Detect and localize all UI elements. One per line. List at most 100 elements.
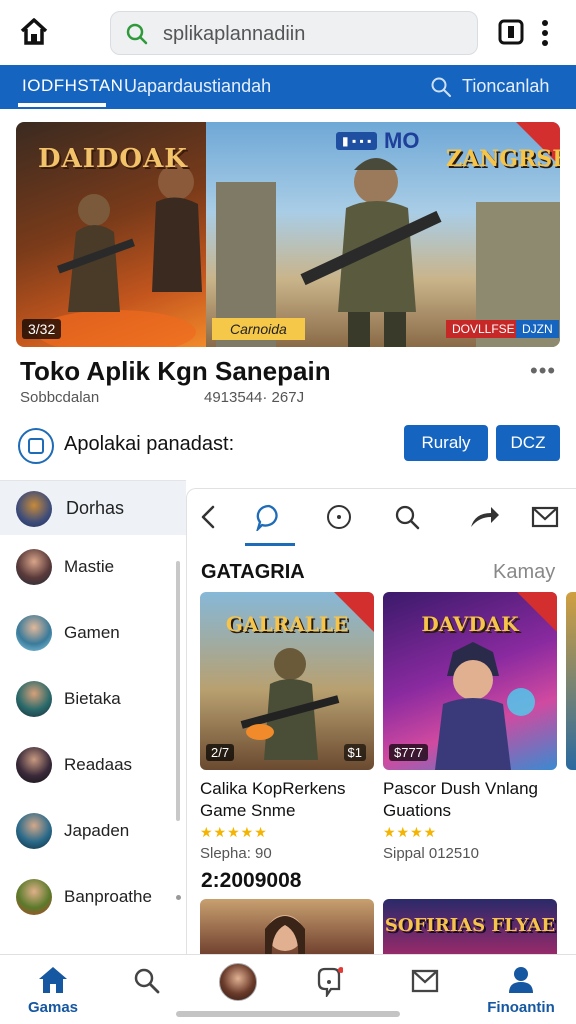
game-card-badge: $777	[389, 744, 428, 761]
mail-icon[interactable]	[531, 503, 559, 531]
list-item-label: Bietaka	[64, 689, 121, 708]
list-dot	[176, 895, 181, 900]
home-icon	[39, 967, 67, 993]
scrollbar[interactable]	[176, 561, 180, 821]
corner-ribbon	[334, 592, 374, 632]
list-item[interactable]: Readaas	[0, 733, 186, 799]
avatar	[219, 963, 257, 1001]
share-icon[interactable]	[467, 503, 501, 531]
game-card-meta: Sippal 012510	[383, 845, 479, 862]
corner-ribbon	[517, 592, 557, 632]
tab-third[interactable]: Tioncanlah	[462, 76, 549, 97]
app-subtitle: Sobbcdalan	[20, 389, 100, 406]
action-row: Apolakai panadast: Ruraly DCZ	[0, 424, 576, 468]
price-label: 2:2009008	[201, 869, 302, 892]
list-item[interactable]: Banproathe	[0, 865, 186, 931]
hero-soldier-art	[300, 158, 442, 347]
game-card-thumbnail[interactable]	[200, 899, 374, 954]
search-bar[interactable]	[110, 11, 478, 55]
game-card-image: DAVDAK $777	[383, 592, 557, 770]
tab-active-underline	[18, 103, 106, 107]
tool-active-underline	[245, 543, 295, 546]
side-list: Dorhas Mastie Gamen Bietaka Readaas Japa…	[0, 480, 186, 954]
tab-active[interactable]: IODFHSTAN	[22, 76, 123, 96]
hero-art-left: DAIDOAK	[16, 122, 206, 347]
hero-banner[interactable]: DAIDOAK ▮ ▪ ▪ ▪ MO ZANGRSK 3/32 Carnoida…	[16, 122, 560, 347]
avatar	[16, 813, 52, 849]
kebab-menu-icon[interactable]	[540, 18, 550, 48]
avatar	[16, 615, 52, 651]
list-item[interactable]: Bietaka	[0, 667, 186, 733]
hero-title-left: DAIDOAK	[38, 144, 188, 174]
list-item-label: Readaas	[64, 755, 133, 774]
game-card-meta: Slepha: 90	[200, 845, 272, 862]
more-options-icon[interactable]: •••	[530, 358, 556, 384]
top-bar	[0, 0, 576, 64]
avatar	[16, 879, 52, 915]
content-panel: GATAGRIA Kamay GALRALLE 2/7 $1 Calika Ko…	[186, 488, 576, 954]
home-icon[interactable]	[18, 16, 50, 48]
hero-red-badge: DOVLLFSE	[446, 320, 521, 338]
search-icon	[126, 23, 148, 45]
app-title: Toko Aplik Kgn Sanepain	[20, 356, 331, 386]
home-indicator	[176, 1011, 400, 1017]
notification-icon	[317, 967, 343, 997]
target-icon[interactable]	[325, 503, 353, 531]
nav-search[interactable]	[112, 965, 182, 1021]
app-badge-icon	[18, 428, 54, 464]
back-icon[interactable]	[195, 503, 223, 531]
mail-icon	[411, 969, 439, 993]
side-list-header[interactable]: Dorhas	[0, 481, 186, 535]
list-item-label: Japaden	[64, 821, 130, 840]
avatar	[16, 681, 52, 717]
rating-stars: ★★★★	[383, 824, 438, 840]
game-card-peek[interactable]	[566, 592, 576, 770]
avatar	[16, 491, 52, 527]
soldier-art	[240, 648, 340, 760]
action-label: Apolakai panadast:	[64, 433, 235, 455]
search-icon[interactable]	[430, 76, 452, 98]
game-card-image: GALRALLE 2/7 $1	[200, 592, 374, 770]
search-input[interactable]	[163, 20, 463, 48]
thumbnail-art-title: SOFIRIAS FLYAE	[384, 915, 556, 936]
search-icon[interactable]	[393, 503, 421, 531]
person-icon	[509, 967, 533, 993]
game-card-thumbnail[interactable]: SOFIRIAS FLYAE	[383, 899, 557, 954]
list-item[interactable]: Mastie	[0, 535, 186, 601]
game-card-title: Pascor Dush Vnlang Guations	[383, 779, 538, 820]
avatar	[16, 747, 52, 783]
nav-label: Finoantin	[487, 999, 555, 1016]
chat-icon[interactable]	[255, 503, 283, 531]
ruraly-button[interactable]: Ruraly	[404, 425, 488, 461]
game-card-badge: 2/7	[206, 744, 235, 761]
category-nav: IODFHSTAN Uapardaustiandah Tioncanlah	[0, 65, 576, 109]
hero-blue-badge: DJZN	[516, 320, 559, 338]
game-card[interactable]: GALRALLE 2/7 $1 Calika KopRerkens Game S…	[200, 592, 374, 862]
hero-title-right: ZANGRSK	[446, 146, 560, 172]
nav-games[interactable]: Gamas	[18, 965, 88, 1021]
tab-second[interactable]: Uapardaustiandah	[124, 76, 271, 97]
search-icon	[134, 968, 160, 994]
dcz-button[interactable]: DCZ	[496, 425, 560, 461]
list-item-label: Mastie	[64, 557, 115, 576]
category-more-link[interactable]: Kamay	[493, 561, 555, 584]
hero-badge-number: MO	[384, 128, 420, 153]
list-item[interactable]: Japaden	[0, 799, 186, 865]
nav-label: Gamas	[27, 999, 79, 1016]
character-art	[265, 915, 305, 954]
rating-stars: ★★★★★	[200, 824, 268, 840]
avatar	[16, 549, 52, 585]
hero-tag: Carnoida	[212, 318, 305, 340]
list-item-label: Banproathe	[64, 887, 152, 906]
app-meta: 4913544· 267J	[204, 389, 305, 406]
category-title: GATAGRIA	[201, 561, 305, 583]
game-card-price-badge: $1	[343, 744, 366, 761]
list-item[interactable]: Gamen	[0, 601, 186, 667]
tabs-icon[interactable]	[498, 19, 524, 45]
game-card-title: Calika KopRerkens Game Snme	[200, 779, 346, 820]
nav-mail[interactable]	[390, 965, 460, 1021]
panel-toolbar	[187, 489, 576, 547]
game-card[interactable]: DAVDAK $777 Pascor Dush Vnlang Guations …	[383, 592, 557, 862]
nav-account[interactable]: Finoantin	[486, 965, 556, 1021]
side-list-header-label: Dorhas	[66, 498, 125, 518]
